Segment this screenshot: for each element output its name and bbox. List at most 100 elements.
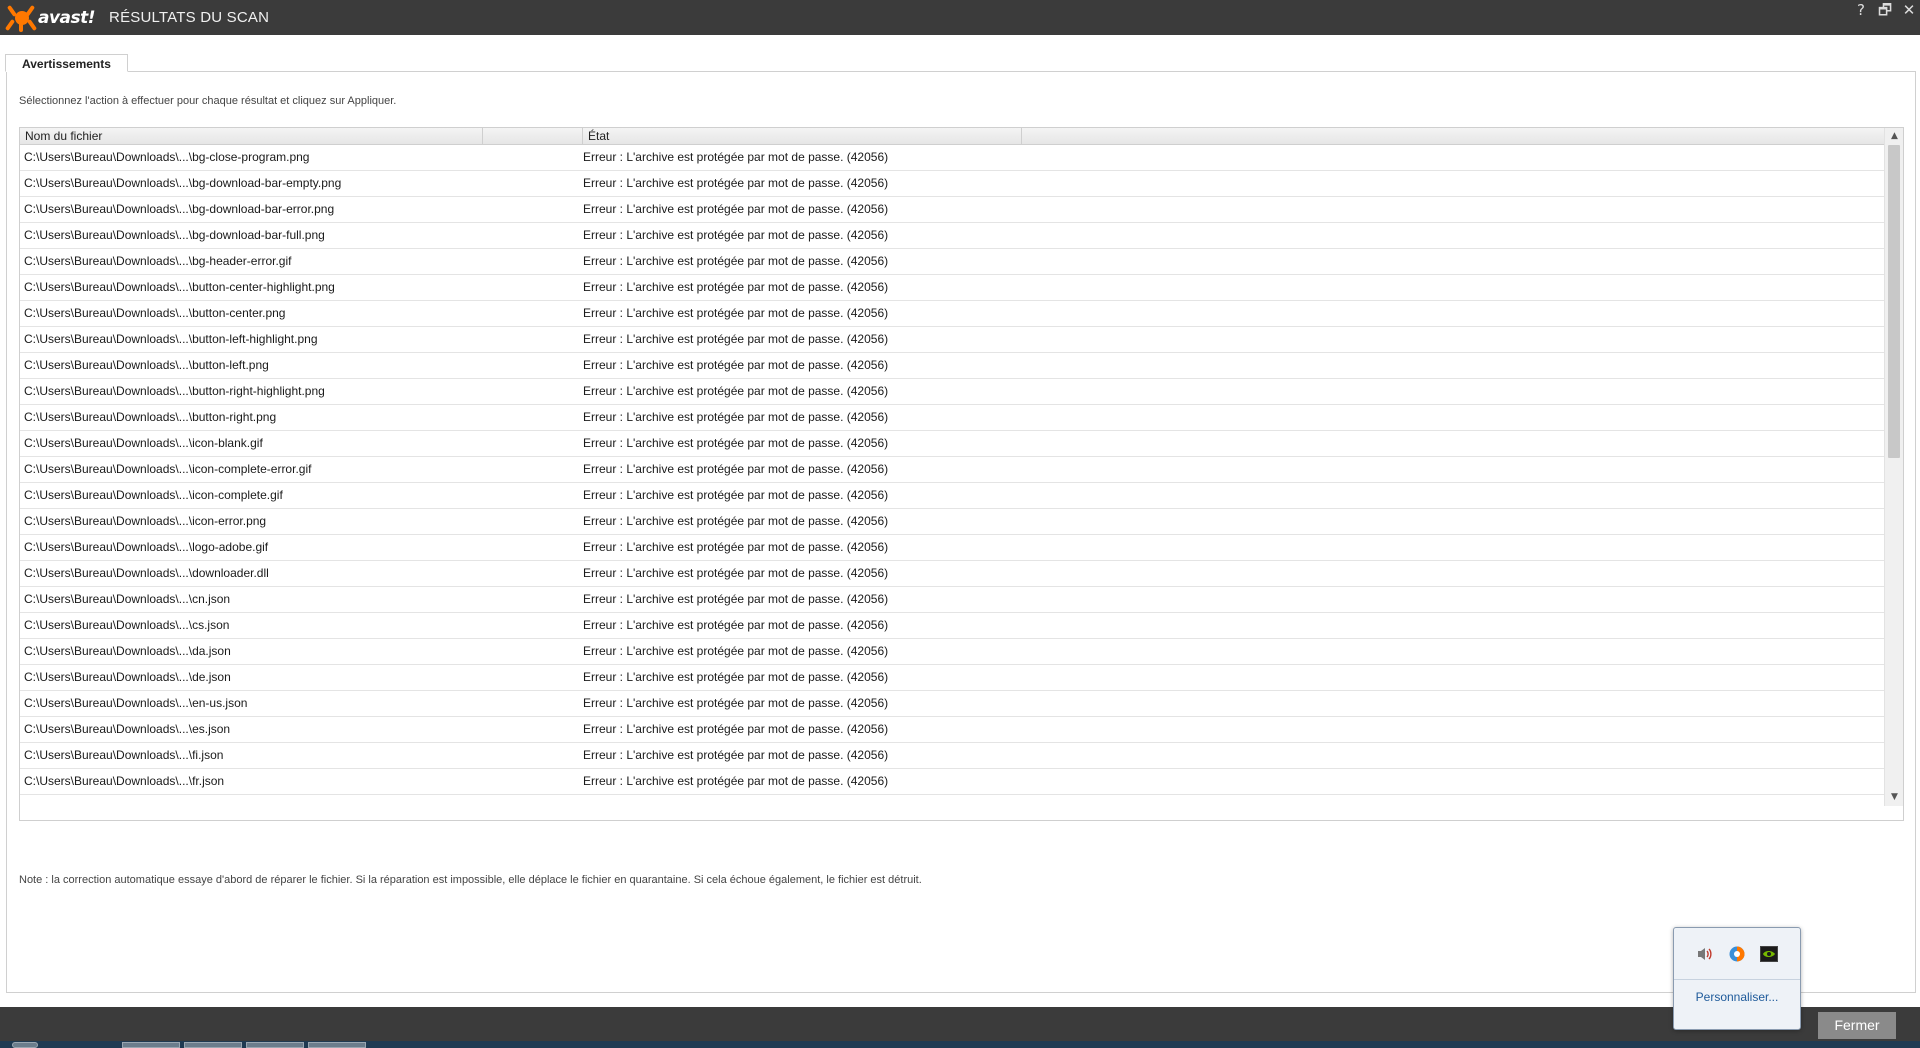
column-header-status[interactable]: État [583, 128, 1022, 144]
table-row[interactable]: C:\Users\Bureau\Downloads\...\cs.json Err… [20, 613, 1884, 639]
cell-status: Erreur : L'archive est protégée par mot … [583, 254, 889, 268]
taskbar-item[interactable] [308, 1042, 366, 1048]
cell-filename: C:\Users\Bureau\Downloads\...\fr.json [24, 774, 225, 788]
avast-tray-icon[interactable] [1727, 944, 1747, 964]
cell-filename: C:\Users\Bureau\Downloads\...\button-cen… [24, 306, 286, 320]
table-row[interactable]: C:\Users\Bureau\Downloads\...\icon-error… [20, 509, 1884, 535]
table-row[interactable]: C:\Users\Bureau\Downloads\...\icon-compl… [20, 483, 1884, 509]
table-row[interactable]: C:\Users\Bureau\Downloads\...\bg-downloa… [20, 197, 1884, 223]
table-row[interactable]: C:\Users\Bureau\Downloads\...\icon-compl… [20, 457, 1884, 483]
table-row[interactable]: C:\Users\Bureau\Downloads\...\logo-adobe… [20, 535, 1884, 561]
taskbar [0, 1041, 1920, 1048]
results-table: Nom du fichier État C:\Users\Bureau\Down… [19, 127, 1904, 821]
logo-text: avast! [38, 7, 96, 28]
cell-status: Erreur : L'archive est protégée par mot … [583, 774, 889, 788]
table-row[interactable]: C:\Users\Bureau\Downloads\...\button-cen… [20, 301, 1884, 327]
taskbar-item[interactable] [184, 1042, 242, 1048]
tray-icons [1674, 928, 1800, 980]
scroll-down-icon[interactable]: ▼ [1885, 789, 1903, 806]
start-button[interactable] [12, 1042, 38, 1048]
cell-status: Erreur : L'archive est protégée par mot … [583, 176, 889, 190]
cell-status: Erreur : L'archive est protégée par mot … [583, 462, 889, 476]
table-row[interactable]: C:\Users\Bureau\Downloads\...\bg-close-p… [20, 145, 1884, 171]
cell-status: Erreur : L'archive est protégée par mot … [583, 696, 889, 710]
cell-filename: C:\Users\Bureau\Downloads\...\bg-close-p… [24, 150, 310, 164]
window-controls: ? 🗗 ✕ [1852, 0, 1918, 20]
cell-status: Erreur : L'archive est protégée par mot … [583, 358, 889, 372]
help-icon[interactable]: ? [1852, 1, 1870, 19]
cell-filename: C:\Users\Bureau\Downloads\...\icon-compl… [24, 462, 312, 476]
cell-filename: C:\Users\Bureau\Downloads\...\logo-adobe… [24, 540, 269, 554]
cell-filename: C:\Users\Bureau\Downloads\...\bg-downloa… [24, 202, 335, 216]
taskbar-item[interactable] [246, 1042, 304, 1048]
cell-filename: C:\Users\Bureau\Downloads\...\bg-header-… [24, 254, 292, 268]
table-row[interactable]: C:\Users\Bureau\Downloads\...\button-cen… [20, 275, 1884, 301]
cell-status: Erreur : L'archive est protégée par mot … [583, 202, 889, 216]
table-row[interactable]: C:\Users\Bureau\Downloads\...\de.json Err… [20, 665, 1884, 691]
table-row[interactable]: C:\Users\Bureau\Downloads\...\fr.json Err… [20, 769, 1884, 795]
column-header-filename[interactable]: Nom du fichier [20, 128, 483, 144]
column-header-spacer [483, 128, 583, 144]
table-row[interactable]: C:\Users\Bureau\Downloads\...\bg-header-… [20, 249, 1884, 275]
table-row[interactable]: C:\Users\Bureau\Downloads\...\da.json Err… [20, 639, 1884, 665]
vertical-scrollbar[interactable]: ▲ ▼ [1884, 128, 1903, 806]
cell-filename: C:\Users\Bureau\Downloads\...\button-lef… [24, 332, 318, 346]
cell-status: Erreur : L'archive est protégée par mot … [583, 410, 889, 424]
cell-status: Erreur : L'archive est protégée par mot … [583, 488, 889, 502]
cell-filename: C:\Users\Bureau\Downloads\...\icon-error… [24, 514, 267, 528]
table-row[interactable]: C:\Users\Bureau\Downloads\...\fi.json Err… [20, 743, 1884, 769]
scroll-thumb[interactable] [1888, 145, 1900, 458]
cell-filename: C:\Users\Bureau\Downloads\...\button-rig… [24, 410, 277, 424]
table-row[interactable]: C:\Users\Bureau\Downloads\...\icon-blank… [20, 431, 1884, 457]
cell-filename: C:\Users\Bureau\Downloads\...\button-cen… [24, 280, 335, 294]
cell-status: Erreur : L'archive est protégée par mot … [583, 436, 889, 450]
cell-status: Erreur : L'archive est protégée par mot … [583, 384, 889, 398]
instructions-text: Sélectionnez l'action à effectuer pour c… [19, 95, 397, 107]
cell-status: Erreur : L'archive est protégée par mot … [583, 228, 889, 242]
cell-filename: C:\Users\Bureau\Downloads\...\bg-downloa… [24, 228, 325, 242]
cell-filename: C:\Users\Bureau\Downloads\...\downloader… [24, 566, 269, 580]
table-header: Nom du fichier État [20, 128, 1884, 145]
table-row[interactable]: C:\Users\Bureau\Downloads\...\button-lef… [20, 327, 1884, 353]
table-row[interactable]: C:\Users\Bureau\Downloads\...\bg-downloa… [20, 223, 1884, 249]
cell-filename: C:\Users\Bureau\Downloads\...\button-lef… [24, 358, 269, 372]
cell-filename: C:\Users\Bureau\Downloads\...\de.json [24, 670, 231, 684]
avast-logo: avast! [4, 0, 96, 35]
close-icon[interactable]: ✕ [1900, 1, 1918, 19]
table-row[interactable]: C:\Users\Bureau\Downloads\...\cn.json Err… [20, 587, 1884, 613]
avast-logo-icon [4, 3, 38, 33]
note-text: Note : la correction automatique essaye … [19, 874, 922, 886]
close-button[interactable]: Fermer [1818, 1012, 1896, 1039]
title-bar: avast! RÉSULTATS DU SCAN ? 🗗 ✕ [0, 0, 1920, 35]
customize-link[interactable]: Personnaliser... [1674, 990, 1800, 1004]
tab-avertissements[interactable]: Avertissements [5, 54, 128, 72]
table-row[interactable]: C:\Users\Bureau\Downloads\...\button-rig… [20, 405, 1884, 431]
bottom-bar: Fermer [0, 1007, 1920, 1041]
cell-status: Erreur : L'archive est protégée par mot … [583, 280, 889, 294]
table-row[interactable]: C:\Users\Bureau\Downloads\...\button-lef… [20, 353, 1884, 379]
window-title: RÉSULTATS DU SCAN [109, 9, 270, 26]
cell-filename: C:\Users\Bureau\Downloads\...\cs.json [24, 618, 230, 632]
cell-filename: C:\Users\Bureau\Downloads\...\es.json [24, 722, 231, 736]
table-row[interactable]: C:\Users\Bureau\Downloads\...\es.json Err… [20, 717, 1884, 743]
cell-filename: C:\Users\Bureau\Downloads\...\icon-blank… [24, 436, 263, 450]
table-row[interactable]: C:\Users\Bureau\Downloads\...\en-us.json… [20, 691, 1884, 717]
cell-filename: C:\Users\Bureau\Downloads\...\icon-compl… [24, 488, 283, 502]
table-row[interactable]: C:\Users\Bureau\Downloads\...\downloader… [20, 561, 1884, 587]
cell-status: Erreur : L'archive est protégée par mot … [583, 670, 889, 684]
restore-icon[interactable]: 🗗 [1876, 1, 1894, 19]
speaker-icon[interactable] [1695, 944, 1715, 964]
cell-status: Erreur : L'archive est protégée par mot … [583, 566, 889, 580]
nvidia-icon[interactable] [1759, 944, 1779, 964]
cell-filename: C:\Users\Bureau\Downloads\...\en-us.json [24, 696, 248, 710]
taskbar-item[interactable] [122, 1042, 180, 1048]
table-row[interactable]: C:\Users\Bureau\Downloads\...\bg-downloa… [20, 171, 1884, 197]
scroll-up-icon[interactable]: ▲ [1885, 128, 1903, 145]
cell-status: Erreur : L'archive est protégée par mot … [583, 618, 889, 632]
table-row[interactable]: C:\Users\Bureau\Downloads\...\button-rig… [20, 379, 1884, 405]
cell-filename: C:\Users\Bureau\Downloads\...\bg-downloa… [24, 176, 342, 190]
cell-status: Erreur : L'archive est protégée par mot … [583, 306, 889, 320]
cell-status: Erreur : L'archive est protégée par mot … [583, 592, 889, 606]
cell-status: Erreur : L'archive est protégée par mot … [583, 540, 889, 554]
cell-filename: C:\Users\Bureau\Downloads\...\fi.json [24, 748, 224, 762]
